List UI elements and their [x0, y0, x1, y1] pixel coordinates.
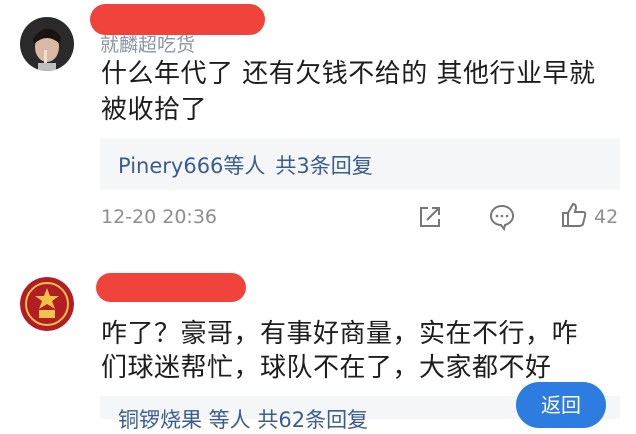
- redaction-mark: [90, 4, 265, 35]
- comment-text-line[interactable]: 们球迷帮忙，球队不在了，大家都不好: [101, 351, 552, 386]
- replies-link[interactable]: 铜锣烧果 等人 共62条回复: [118, 404, 368, 434]
- like-count: 42: [594, 206, 619, 228]
- like-icon[interactable]: [560, 201, 588, 229]
- replies-link[interactable]: Pinery666等人 共3条回复: [118, 150, 383, 180]
- avatar[interactable]: [20, 277, 74, 331]
- avatar[interactable]: [20, 17, 74, 71]
- comment-text-line[interactable]: 被收拾了: [101, 93, 207, 128]
- share-icon[interactable]: [417, 204, 443, 230]
- back-button[interactable]: 返回: [516, 382, 606, 428]
- comment-icon[interactable]: [488, 203, 516, 231]
- comment-text-line[interactable]: 咋了？豪哥，有事好商量，实在不行，咋: [101, 317, 578, 352]
- redaction-mark: [96, 273, 246, 302]
- reply-users[interactable]: Pinery666等人: [118, 154, 265, 178]
- comment-text-line[interactable]: 什么年代了 还有欠钱不给的 其他行业早就: [101, 57, 596, 92]
- timestamp: 12-20 20:36: [101, 206, 218, 228]
- reply-count[interactable]: 共3条回复: [275, 154, 372, 178]
